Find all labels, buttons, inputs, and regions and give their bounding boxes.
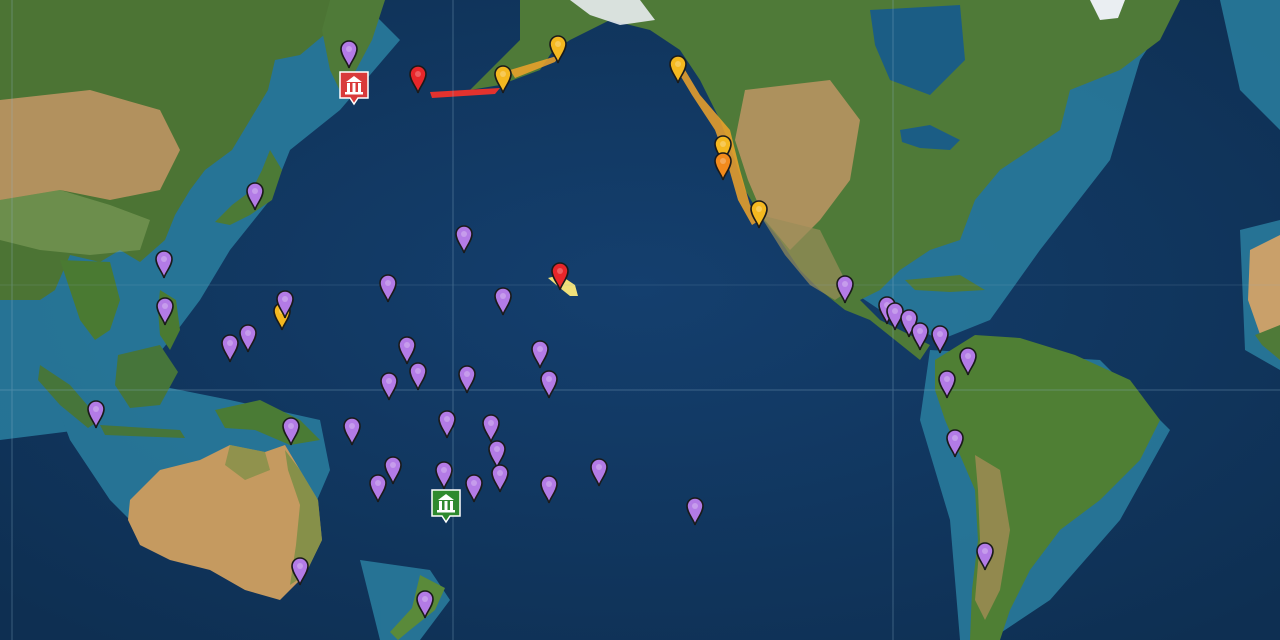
map-marker-purple[interactable]: [685, 496, 705, 526]
map-marker-purple[interactable]: [493, 286, 513, 316]
map-marker-purple[interactable]: [155, 296, 175, 326]
map-marker-purple[interactable]: [835, 274, 855, 304]
map-marker-purple[interactable]: [910, 321, 930, 351]
map-marker-purple[interactable]: [437, 409, 457, 439]
map-marker-purple[interactable]: [245, 181, 265, 211]
map-marker-purple[interactable]: [290, 556, 310, 586]
map-marker-purple[interactable]: [434, 460, 454, 490]
map-marker-red[interactable]: [550, 261, 570, 291]
map-marker-yellow[interactable]: [668, 54, 688, 84]
map-marker-purple[interactable]: [589, 457, 609, 487]
map-marker-purple[interactable]: [454, 224, 474, 254]
temple-icon: [339, 71, 369, 106]
world-map[interactable]: [0, 0, 1280, 640]
map-marker-purple[interactable]: [339, 39, 359, 69]
map-basemap: [0, 0, 1280, 640]
map-marker-purple[interactable]: [342, 416, 362, 446]
map-marker-purple[interactable]: [975, 541, 995, 571]
map-marker-purple[interactable]: [154, 249, 174, 279]
tsunami-warning-center-green[interactable]: [430, 488, 462, 524]
map-marker-purple[interactable]: [408, 361, 428, 391]
map-marker-purple[interactable]: [490, 463, 510, 493]
map-marker-purple[interactable]: [945, 428, 965, 458]
map-marker-purple[interactable]: [539, 474, 559, 504]
map-marker-purple[interactable]: [220, 333, 240, 363]
map-marker-purple[interactable]: [457, 364, 477, 394]
tsunami-warning-center-red[interactable]: [338, 70, 370, 106]
map-marker-purple[interactable]: [281, 416, 301, 446]
temple-icon: [431, 489, 461, 524]
map-marker-purple[interactable]: [958, 346, 978, 376]
map-marker-purple[interactable]: [86, 399, 106, 429]
map-marker-purple[interactable]: [379, 371, 399, 401]
map-marker-purple[interactable]: [937, 369, 957, 399]
map-marker-purple[interactable]: [464, 473, 484, 503]
map-marker-yellow[interactable]: [749, 199, 769, 229]
map-marker-purple[interactable]: [530, 339, 550, 369]
map-marker-purple[interactable]: [539, 369, 559, 399]
map-marker-purple[interactable]: [378, 273, 398, 303]
map-marker-purple[interactable]: [238, 323, 258, 353]
map-marker-purple[interactable]: [930, 324, 950, 354]
map-marker-yellow[interactable]: [548, 34, 568, 64]
map-marker-red[interactable]: [408, 64, 428, 94]
map-marker-purple[interactable]: [275, 289, 295, 319]
map-marker-orange[interactable]: [713, 151, 733, 181]
map-marker-purple[interactable]: [415, 589, 435, 619]
map-marker-yellow[interactable]: [493, 64, 513, 94]
map-marker-purple[interactable]: [368, 473, 388, 503]
